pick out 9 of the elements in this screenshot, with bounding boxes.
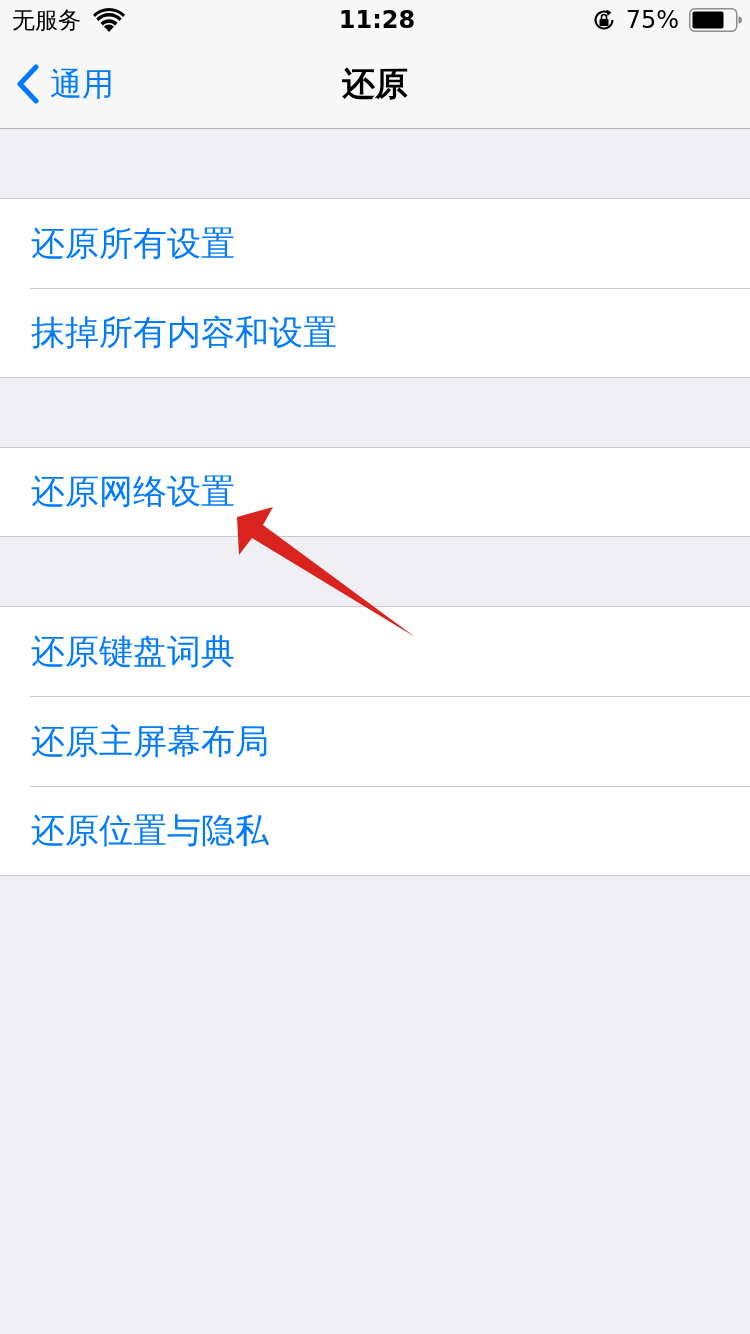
battery-percent: 75% xyxy=(625,5,679,35)
page-title: 还原 xyxy=(342,64,408,104)
back-chevron-icon xyxy=(16,64,40,104)
battery-icon xyxy=(689,8,742,32)
back-button[interactable]: 通用 xyxy=(16,64,114,104)
wifi-icon xyxy=(93,8,125,32)
status-time: 11:28 xyxy=(338,5,416,35)
carrier-label: 无服务 xyxy=(12,6,81,35)
orientation-lock-icon xyxy=(591,8,616,32)
